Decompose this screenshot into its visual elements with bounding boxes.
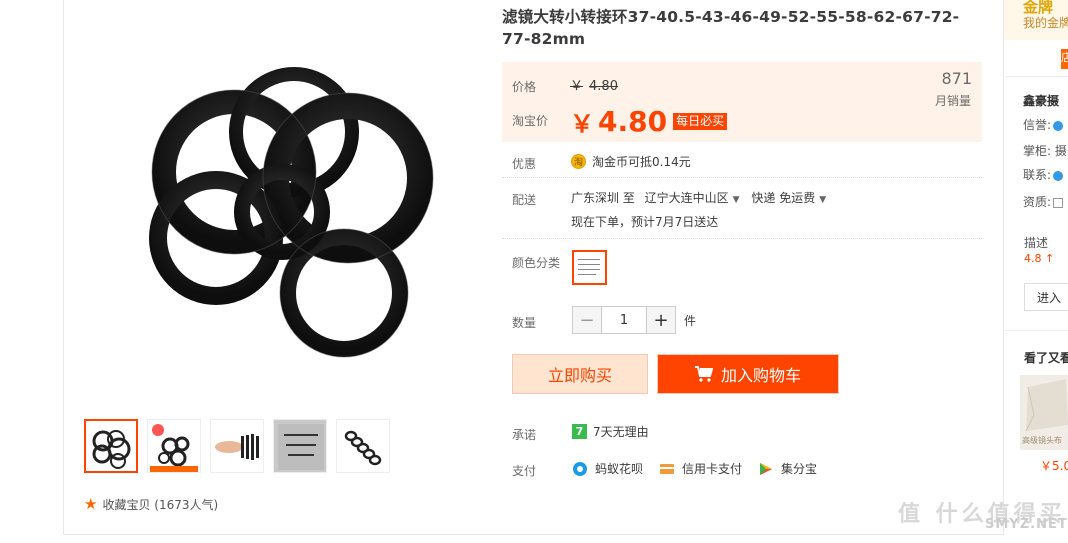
- shop-tab[interactable]: 店: [1061, 49, 1068, 69]
- coin-benefit-text: 淘金币可抵0.14元: [592, 155, 691, 169]
- shop-owner[interactable]: 掌柜: 摄: [1023, 142, 1067, 159]
- buy-now-label: 立即购买: [547, 366, 612, 385]
- current-price-value: 4.80: [598, 105, 668, 138]
- delivery-to: 辽宁大连中山区: [644, 191, 729, 205]
- shop-credit-label: 信誉:: [1023, 118, 1052, 132]
- payment-label: 支付: [512, 464, 537, 478]
- site-watermark-url: SMYZ.NET: [985, 517, 1068, 532]
- shop-qualification: 资质:: [1023, 193, 1064, 210]
- promise-item[interactable]: 7 7天无理由: [572, 423, 649, 440]
- star-icon: ★: [84, 495, 98, 513]
- see-also-caption: 高级镜头布: [1022, 436, 1062, 445]
- divider: [502, 238, 982, 239]
- delivery-label: 配送: [512, 193, 537, 207]
- delivery-eta: 现在下单，预计7月7日送达: [571, 215, 719, 229]
- benefits-label: 优惠: [512, 157, 537, 171]
- jifenbao-icon: [760, 462, 773, 475]
- shop-qualification-label: 资质:: [1023, 195, 1052, 209]
- gold-seller-subtitle: 我的金牌: [1023, 16, 1068, 30]
- see-also-product-image[interactable]: 高级镜头布: [1020, 375, 1068, 450]
- quantity-plus-button[interactable]: +: [646, 306, 676, 334]
- thumbnail-1[interactable]: [84, 419, 138, 473]
- original-price: ￥ 4.80: [570, 75, 618, 94]
- add-to-cart-button[interactable]: 加入购物车: [657, 354, 839, 394]
- seven-day-return-icon: 7: [572, 424, 587, 439]
- original-price-value: 4.80: [589, 79, 618, 94]
- daily-badge[interactable]: 每日必买: [673, 113, 728, 130]
- quantity-label: 数量: [512, 316, 537, 330]
- monthly-sales-label: 月销量: [935, 94, 972, 108]
- contact-icon[interactable]: [1053, 170, 1064, 181]
- monthly-sales-count: 871: [941, 69, 972, 88]
- main-product-image[interactable]: [116, 40, 456, 380]
- see-also-heading: 看了又看: [1024, 351, 1068, 365]
- current-price: ￥ 4.80 每日必买: [570, 104, 728, 139]
- enter-shop-button[interactable]: 进入: [1024, 283, 1068, 311]
- cart-icon: [694, 366, 713, 382]
- thumbnail-5[interactable]: [336, 419, 390, 473]
- divider: [502, 177, 982, 178]
- color-label: 颜色分类: [512, 256, 561, 270]
- delivery-from: 广东深圳 至: [571, 191, 635, 205]
- taojinbi-coin-icon: 淘: [571, 154, 586, 169]
- caret-down-icon: ▼: [819, 195, 827, 205]
- yen-symbol: ￥: [570, 79, 584, 94]
- payment-credit-card-label: 信用卡支付: [682, 462, 743, 476]
- delivery-method-select[interactable]: 快递 免运费 ▼: [751, 191, 834, 205]
- payment-credit-card[interactable]: 信用卡支付: [659, 460, 742, 477]
- shop-contact-label: 联系:: [1023, 168, 1052, 182]
- thumbnail-2[interactable]: [147, 419, 201, 473]
- see-also-price: ￥5.0: [1040, 459, 1068, 473]
- add-to-cart-label: 加入购物车: [720, 366, 801, 385]
- quantity-input[interactable]: 1: [602, 306, 646, 334]
- enter-shop-label: 进入: [1037, 290, 1062, 305]
- thumbnail-3[interactable]: [210, 419, 264, 473]
- product-title: 滤镜大转小转接环37-40.5-43-46-49-52-55-58-62-67-…: [502, 8, 960, 48]
- buy-now-button[interactable]: 立即购买: [512, 354, 648, 394]
- shop-name[interactable]: 鑫豪摄: [1023, 92, 1059, 109]
- coin-benefit: 淘 淘金币可抵0.14元: [571, 153, 691, 170]
- delivery-to-select[interactable]: 辽宁大连中山区 ▼: [645, 191, 748, 205]
- thumbnail-strip: [84, 419, 399, 473]
- price-label: 价格: [512, 80, 537, 94]
- payment-jifenbao-label: 集分宝: [781, 462, 818, 476]
- shop-credit: 信誉:: [1023, 116, 1064, 133]
- thumbnail-4[interactable]: [273, 419, 327, 473]
- huabei-icon: [573, 461, 587, 476]
- promise-text: 7天无理由: [593, 425, 649, 439]
- favorite-text: 收藏宝贝 (1673人气): [102, 497, 219, 512]
- sidebar-divider: [1004, 330, 1068, 331]
- delivery-method: 快递 免运费: [751, 191, 816, 205]
- quantity-stepper: − 1 + 件: [572, 306, 696, 334]
- product-page: ★ 收藏宝贝 (1673人气) 滤镜大转小转接环37-40.5-43-46-49…: [0, 0, 1068, 543]
- shop-contact: 联系:: [1023, 166, 1064, 183]
- description-score-label: 描述: [1024, 236, 1049, 250]
- delivery-route: 广东深圳 至 辽宁大连中山区 ▼ 快递 免运费 ▼: [571, 189, 834, 206]
- sidebar-divider: [1005, 76, 1068, 77]
- quantity-unit: 件: [684, 313, 697, 328]
- description-score-value: 4.8 ↑: [1024, 252, 1055, 265]
- caret-down-icon: ▼: [732, 195, 740, 205]
- color-option[interactable]: [572, 250, 607, 285]
- credit-card-icon: [660, 463, 675, 474]
- payment-huabei-label: 蚂蚁花呗: [595, 462, 644, 476]
- qualification-icon[interactable]: [1053, 197, 1064, 208]
- credit-badge-icon: [1053, 120, 1064, 131]
- payment-methods: 蚂蚁花呗 信用卡支付 集分宝: [572, 460, 833, 477]
- payment-huabei[interactable]: 蚂蚁花呗: [572, 460, 643, 477]
- promise-label: 承诺: [512, 428, 537, 442]
- payment-jifenbao[interactable]: 集分宝: [758, 460, 817, 477]
- favorite-link[interactable]: ★ 收藏宝贝 (1673人气): [84, 495, 218, 513]
- quantity-minus-button[interactable]: −: [572, 306, 602, 334]
- yen-symbol-current: ￥: [570, 110, 594, 138]
- promo-price-label: 淘宝价: [512, 114, 549, 128]
